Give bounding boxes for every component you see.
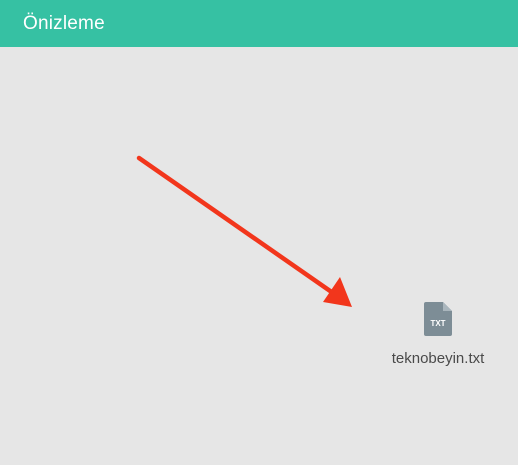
preview-header: Önizleme <box>0 0 518 47</box>
preview-window: Önizleme TXT teknobeyin.txt <box>0 0 518 465</box>
file-name: teknobeyin.txt <box>391 350 485 367</box>
txt-file-icon: TXT <box>424 302 452 336</box>
preview-area <box>0 47 518 465</box>
file-item[interactable]: TXT teknobeyin.txt <box>378 302 498 367</box>
page-title: Önizleme <box>23 12 105 34</box>
file-icon-label: TXT <box>430 319 445 328</box>
